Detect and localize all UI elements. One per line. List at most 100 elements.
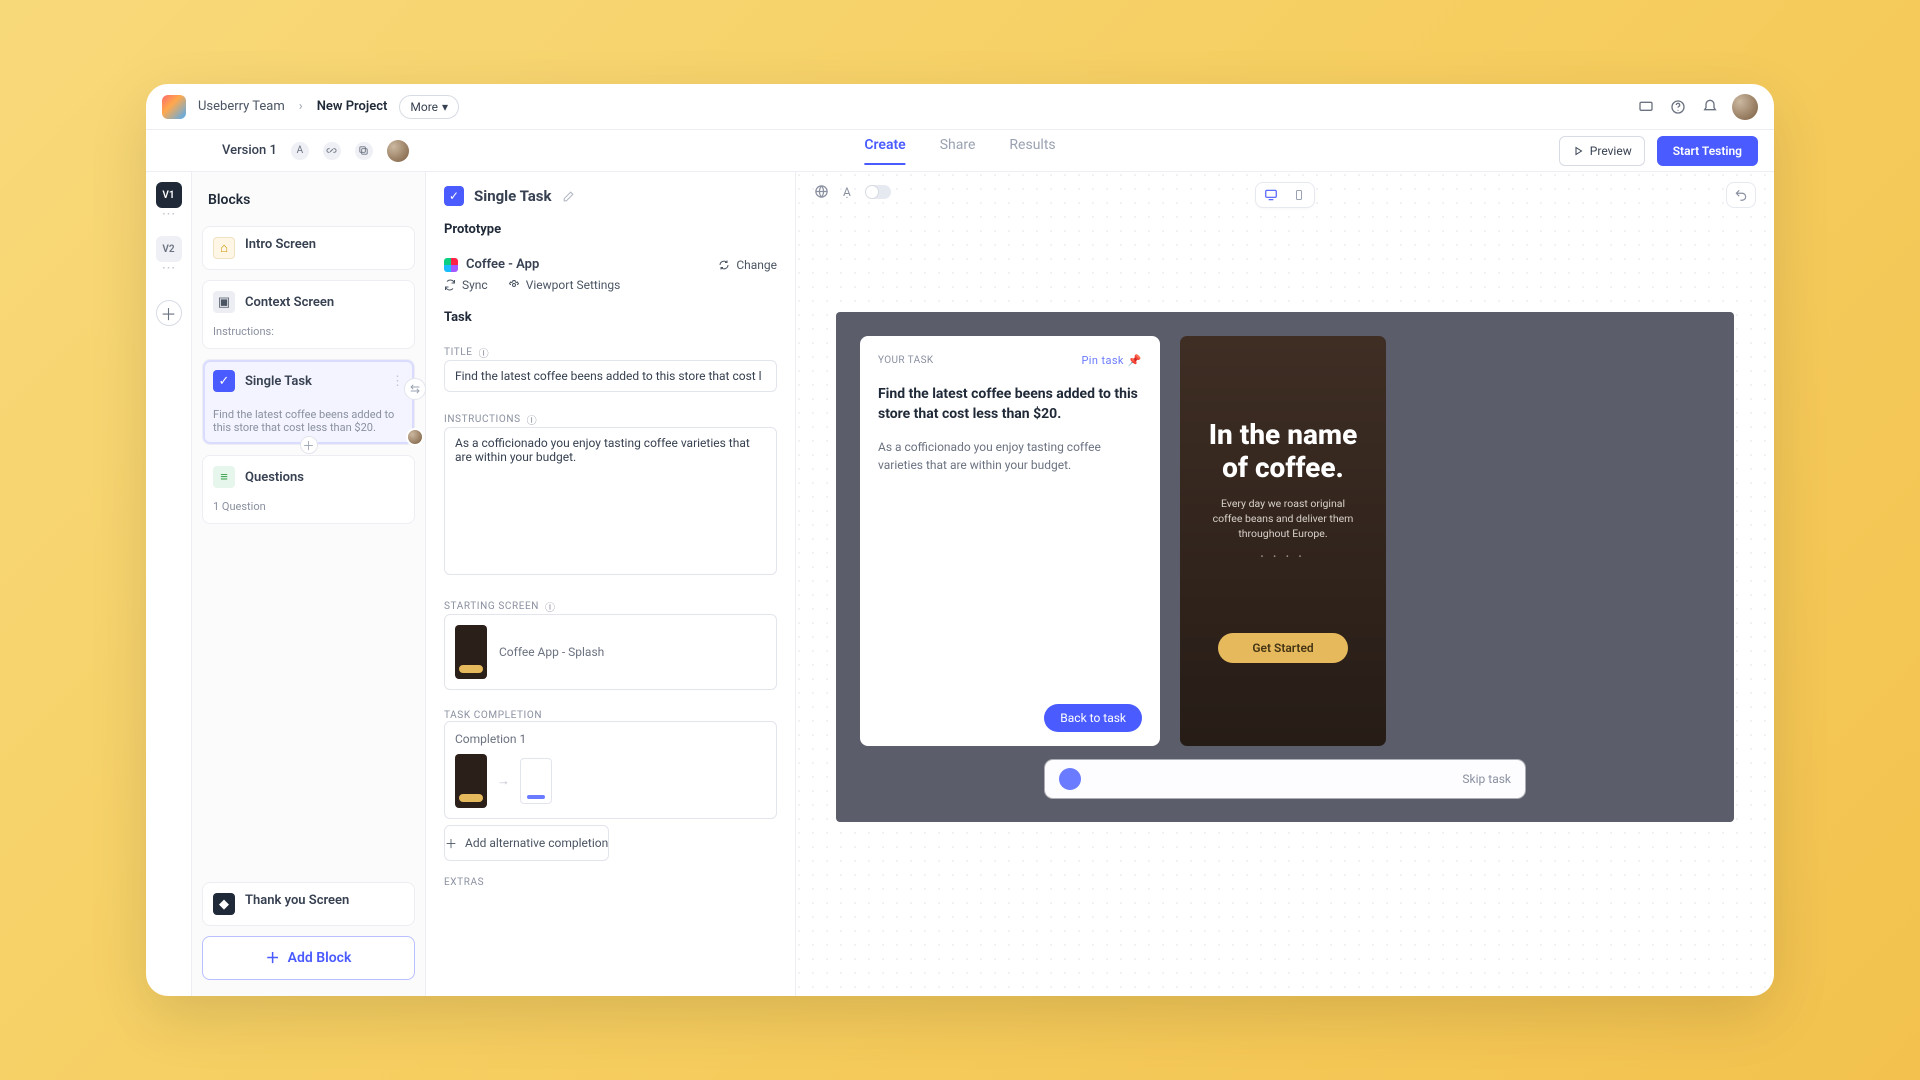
tab-share[interactable]: Share xyxy=(940,137,976,165)
detail-title: Single Task xyxy=(474,187,552,205)
version-chip-menu-2[interactable]: ⋯ xyxy=(162,266,176,270)
version-chip-menu[interactable]: ⋯ xyxy=(162,212,176,216)
check-icon: ✓ xyxy=(444,186,464,206)
globe-icon[interactable] xyxy=(814,184,829,199)
section-prototype-heading: Prototype xyxy=(444,222,777,237)
completion-thumb-end xyxy=(520,758,552,804)
note-icon: ▣ xyxy=(213,291,235,313)
completion-card[interactable]: Completion 1 → xyxy=(444,721,777,819)
add-version-button[interactable]: ＋ xyxy=(156,300,182,326)
info-icon[interactable]: ⓘ xyxy=(545,599,556,614)
task-completion-label: TASK COMPLETION xyxy=(444,710,777,721)
plus-icon: ＋ xyxy=(445,835,457,852)
block-context-sub: Instructions: xyxy=(213,325,274,338)
starting-screen-picker[interactable]: Coffee App - Splash xyxy=(444,614,777,690)
add-block-between-button[interactable]: ＋ xyxy=(300,436,318,454)
user-avatar[interactable] xyxy=(1732,94,1758,120)
pin-icon: 📌 xyxy=(1128,354,1142,367)
version-label[interactable]: Version 1 xyxy=(222,143,277,158)
more-button[interactable]: More ▾ xyxy=(399,95,459,119)
a11y-icon[interactable]: Ạ xyxy=(843,185,851,199)
info-icon[interactable]: ⓘ xyxy=(479,345,490,360)
start-testing-button[interactable]: Start Testing xyxy=(1657,136,1758,166)
mobile-icon[interactable] xyxy=(1290,186,1308,204)
undo-button[interactable] xyxy=(1726,182,1756,208)
get-started-button[interactable]: Get Started xyxy=(1218,633,1348,663)
notifications-icon[interactable] xyxy=(1700,97,1720,117)
breadcrumb-team[interactable]: Useberry Team xyxy=(198,99,285,114)
progress-dot-icon xyxy=(1059,768,1081,790)
block-intro-label: Intro Screen xyxy=(245,237,316,252)
badge-a-icon[interactable]: A xyxy=(291,142,309,160)
block-thank-you[interactable]: ◆ Thank you Screen xyxy=(202,882,415,926)
figma-icon xyxy=(444,258,458,272)
link-off-icon[interactable] xyxy=(323,142,341,160)
task-panel: YOUR TASK Pin task 📌 Find the latest cof… xyxy=(860,336,1160,746)
title-label: TITLE ⓘ xyxy=(444,345,777,360)
block-context-screen[interactable]: ▣ Context Screen Instructions: xyxy=(202,280,415,349)
check-icon: ✓ xyxy=(213,370,235,392)
canvas[interactable]: Ạ ➤ xyxy=(796,172,1774,996)
canvas-toolbar: Ạ xyxy=(814,184,891,199)
list-icon: ≡ xyxy=(213,466,235,488)
block-single-task[interactable]: ✓ Single Task ⋮ Find the latest coffee b… xyxy=(202,359,415,445)
alt-completion-label: Add alternative completion xyxy=(465,836,608,850)
detail-panel: ✓ Single Task Prototype Coffee - App Cha… xyxy=(426,172,796,996)
preview-footer: Skip task xyxy=(1045,760,1525,798)
add-block-label: Add Block xyxy=(288,950,352,966)
collaborator-cursor-avatar xyxy=(406,428,424,446)
collaborator-avatar[interactable] xyxy=(387,140,409,162)
preview-button[interactable]: Preview xyxy=(1559,136,1645,166)
preview-label: Preview xyxy=(1590,144,1632,158)
your-task-label: YOUR TASK xyxy=(878,355,934,366)
help-icon[interactable] xyxy=(1668,97,1688,117)
block-questions[interactable]: ≡ Questions 1 Question xyxy=(202,455,415,524)
version-chip-v2[interactable]: V2 xyxy=(156,236,182,262)
phone-heading: In the name of coffee. xyxy=(1206,419,1360,483)
desktop-icon[interactable] xyxy=(1262,186,1280,204)
tab-create[interactable]: Create xyxy=(864,137,905,165)
flag-icon: ◆ xyxy=(213,893,235,915)
sync-label: Sync xyxy=(462,278,488,292)
version-rail: V1 ⋯ V2 ⋯ ＋ xyxy=(146,172,192,996)
task-title-input[interactable] xyxy=(444,360,777,392)
change-label: Change xyxy=(736,258,777,272)
block-task-sub: Find the latest coffee beens added to th… xyxy=(213,408,404,434)
extras-label: EXTRAS xyxy=(444,877,777,888)
add-block-button[interactable]: ＋ Add Block xyxy=(202,936,415,980)
main-tabs: Create Share Results xyxy=(864,137,1055,165)
more-button-label: More xyxy=(410,100,438,114)
present-icon[interactable] xyxy=(1636,97,1656,117)
block-context-label: Context Screen xyxy=(245,295,334,310)
preview-frame: YOUR TASK Pin task 📌 Find the latest cof… xyxy=(836,312,1734,822)
drag-handle-icon[interactable]: ⇆ xyxy=(404,378,426,400)
block-task-menu-icon[interactable]: ⋮ xyxy=(391,374,404,389)
add-alternative-completion-button[interactable]: ＋ Add alternative completion xyxy=(444,825,609,861)
topbar: Useberry Team › New Project More ▾ xyxy=(146,84,1774,130)
copy-icon[interactable] xyxy=(355,142,373,160)
toggle-switch[interactable] xyxy=(865,185,891,199)
change-prototype-button[interactable]: Change xyxy=(718,258,777,272)
block-questions-sub: 1 Question xyxy=(213,500,266,513)
breadcrumb-project[interactable]: New Project xyxy=(317,99,388,114)
tab-results[interactable]: Results xyxy=(1009,137,1055,165)
pin-task-button[interactable]: Pin task 📌 xyxy=(1081,354,1142,367)
phone-mock: In the name of coffee. Every day we roas… xyxy=(1180,336,1386,746)
blocks-sidebar: Blocks ⌂ Intro Screen ▣ Context Screen I… xyxy=(192,172,426,996)
preview-task-desc: As a cofficionado you enjoy tasting coff… xyxy=(878,438,1142,474)
completion-name: Completion 1 xyxy=(455,732,766,746)
chevron-right-icon: › xyxy=(299,99,303,114)
sync-button[interactable]: Sync xyxy=(444,278,488,292)
skip-task-button[interactable]: Skip task xyxy=(1462,772,1511,786)
phone-subtext: Every day we roast original coffee beans… xyxy=(1206,496,1360,542)
viewport-settings-button[interactable]: Viewport Settings xyxy=(508,278,621,292)
task-instructions-input[interactable] xyxy=(444,427,777,575)
section-task-heading: Task xyxy=(444,310,777,325)
edit-title-icon[interactable] xyxy=(562,190,575,203)
prototype-name: Coffee - App xyxy=(466,257,539,272)
version-chip-v1[interactable]: V1 xyxy=(156,182,182,208)
block-intro-screen[interactable]: ⌂ Intro Screen xyxy=(202,226,415,270)
back-to-task-button[interactable]: Back to task xyxy=(1044,704,1142,732)
info-icon[interactable]: ⓘ xyxy=(527,412,538,427)
completion-thumb-start xyxy=(455,754,487,808)
